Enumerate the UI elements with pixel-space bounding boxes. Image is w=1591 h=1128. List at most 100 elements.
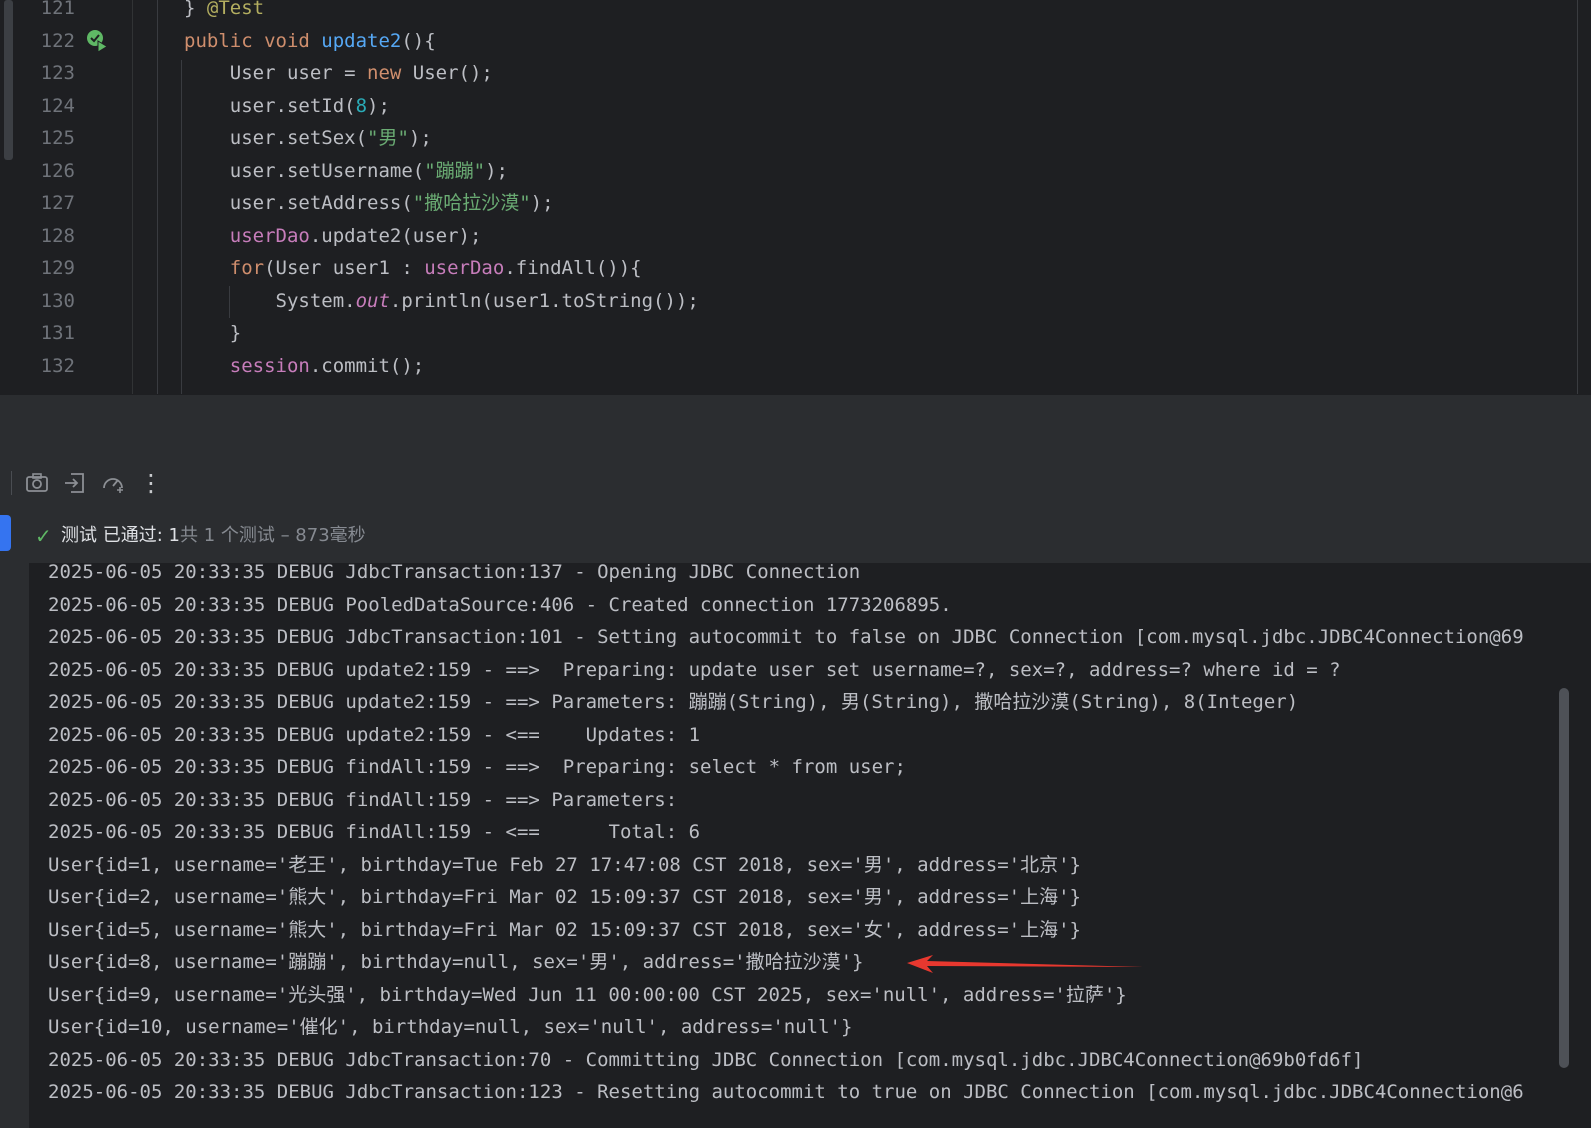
line-number: 123 <box>40 62 75 84</box>
code-line[interactable]: 123 User user = new User(); <box>0 57 1591 90</box>
console-line: 2025-06-05 20:33:35 DEBUG findAll:159 - … <box>48 756 906 778</box>
code-token: session <box>184 354 310 377</box>
code-token: (User user1 : <box>264 257 425 279</box>
run-toolbar: ⋮ <box>0 457 1591 509</box>
red-arrow-annotation <box>907 955 1145 973</box>
camera-icon[interactable] <box>24 470 50 496</box>
code-token: } <box>184 0 207 19</box>
code-text: System.out.println(user1.toString()); <box>184 285 699 318</box>
code-line[interactable]: 127 user.setAddress("撒哈拉沙漠"); <box>0 187 1591 220</box>
code-token: user.setId( <box>184 94 356 117</box>
console-line: 2025-06-05 20:33:35 DEBUG update2:159 - … <box>48 723 701 746</box>
code-token: User user = <box>184 62 368 84</box>
code-line[interactable]: 128 userDao.update2(user); <box>0 220 1591 253</box>
code-line[interactable]: 122 public void update2(){ <box>0 25 1591 58</box>
console-line: 2025-06-05 20:33:35 DEBUG JdbcTransactio… <box>48 1048 1364 1071</box>
code-text: user.setSex("男"); <box>184 122 432 155</box>
code-editor[interactable]: 121} @Test 122 public void update2(){123 U… <box>0 0 1591 394</box>
test-tree-strip <box>0 509 29 1128</box>
import-icon[interactable] <box>62 470 88 496</box>
code-token: "蹦蹦" <box>424 159 486 182</box>
test-status-bar: ✓ 测试 已通过: 1共 1 个测试 – 873毫秒 <box>29 509 1591 563</box>
code-token: user.setUsername( <box>184 159 425 182</box>
code-token: ); <box>485 159 508 182</box>
tests-summary: 共 1 个测试 – 873毫秒 <box>179 525 366 546</box>
code-token: .findAll()){ <box>504 257 642 279</box>
code-token: user.setSex( <box>184 127 368 149</box>
code-text: public void update2(){ <box>184 25 436 58</box>
line-number: 130 <box>40 289 75 312</box>
more-vertical-icon[interactable]: ⋮ <box>138 470 164 496</box>
code-text: session.commit(); <box>184 350 424 383</box>
line-number: 121 <box>40 0 75 19</box>
code-text: for(User user1 : userDao.findAll()){ <box>184 252 642 285</box>
code-token: update2 <box>321 29 402 52</box>
code-text: userDao.update2(user); <box>184 220 482 253</box>
console-line: User{id=2, username='熊大', birthday=Fri M… <box>48 886 1081 908</box>
code-text: } <box>184 317 241 350</box>
console-line: User{id=10, username='催化', birthday=null… <box>48 1016 853 1038</box>
console-line: 2025-06-05 20:33:35 DEBUG findAll:159 - … <box>48 821 701 843</box>
code-token: .update2(user); <box>309 224 482 247</box>
line-number: 122 <box>40 29 75 52</box>
code-token: userDao <box>424 257 505 279</box>
line-number: 131 <box>40 322 75 344</box>
code-token: User(); <box>412 62 493 84</box>
code-line[interactable]: 126 user.setUsername("蹦蹦"); <box>0 155 1591 188</box>
code-line[interactable]: 132 session.commit(); <box>0 350 1591 383</box>
toolbar-separator <box>11 471 12 495</box>
line-number: 125 <box>40 127 75 149</box>
code-token: user.setAddress( <box>184 192 413 214</box>
console-line: User{id=5, username='熊大', birthday=Fri M… <box>48 918 1081 941</box>
code-token: 8 <box>355 94 368 117</box>
console-line: 2025-06-05 20:33:35 DEBUG update2:159 - … <box>48 658 1341 681</box>
code-token: public void <box>184 29 322 52</box>
code-token: .commit(); <box>309 354 425 377</box>
code-token: .println(user1.toString()); <box>389 289 699 312</box>
code-line[interactable]: 124 user.setId(8); <box>0 90 1591 123</box>
code-text: user.setId(8); <box>184 90 390 123</box>
check-icon: ✓ <box>35 524 52 548</box>
line-number: 127 <box>40 192 75 214</box>
line-number: 128 <box>40 224 75 247</box>
code-line[interactable]: 130 System.out.println(user1.toString())… <box>0 285 1591 318</box>
code-text: } @Test <box>184 0 264 25</box>
code-token: (){ <box>401 29 436 52</box>
console-line: User{id=9, username='光头强', birthday=Wed … <box>48 983 1127 1006</box>
code-token: ); <box>367 94 390 117</box>
line-number: 126 <box>40 159 75 182</box>
code-token: ); <box>408 127 432 149</box>
code-line[interactable]: 125 user.setSex("男"); <box>0 122 1591 155</box>
code-line[interactable]: 131 } <box>0 317 1591 350</box>
code-token: System. <box>184 289 356 312</box>
tests-passed-label: 测试 已通过: 1 <box>61 525 180 546</box>
console-line: 2025-06-05 20:33:35 DEBUG JdbcTransactio… <box>48 1081 1524 1103</box>
console-line: 2025-06-05 20:33:35 DEBUG update2:159 - … <box>48 691 1299 713</box>
code-token: "男" <box>367 127 409 149</box>
code-token: } <box>184 322 242 344</box>
line-number: 129 <box>40 257 75 279</box>
code-token: out <box>355 289 390 312</box>
panel-splitter[interactable] <box>0 394 1591 458</box>
console-line: 2025-06-05 20:33:35 DEBUG JdbcTransactio… <box>48 563 861 583</box>
code-line[interactable]: 129 for(User user1 : userDao.findAll()){ <box>0 252 1591 285</box>
code-token: ); <box>530 192 554 214</box>
coverage-icon[interactable] <box>100 470 126 496</box>
line-number: 124 <box>40 94 75 117</box>
console-line: User{id=1, username='老王', birthday=Tue F… <box>48 853 1081 876</box>
console-line: 2025-06-05 20:33:35 DEBUG JdbcTransactio… <box>48 626 1524 648</box>
code-token: userDao <box>184 224 310 247</box>
code-text: user.setUsername("蹦蹦"); <box>184 155 508 188</box>
test-tree-tab[interactable] <box>0 515 11 551</box>
code-token: @Test <box>206 0 265 19</box>
code-text: user.setAddress("撒哈拉沙漠"); <box>184 187 554 220</box>
console-line: 2025-06-05 20:33:35 DEBUG findAll:159 - … <box>48 788 689 811</box>
code-token: new <box>367 62 413 84</box>
code-line[interactable]: 121} @Test <box>0 0 1591 25</box>
console-line: User{id=8, username='蹦蹦', birthday=null,… <box>48 951 864 973</box>
editor-right-margin <box>1577 0 1578 394</box>
code-text: User user = new User(); <box>184 57 493 90</box>
console-line: 2025-06-05 20:33:35 DEBUG PooledDataSour… <box>48 593 952 616</box>
console-output[interactable]: 2025-06-05 20:33:35 DEBUG JdbcTransactio… <box>29 563 1591 1128</box>
console-scrollbar[interactable] <box>1559 688 1569 1068</box>
